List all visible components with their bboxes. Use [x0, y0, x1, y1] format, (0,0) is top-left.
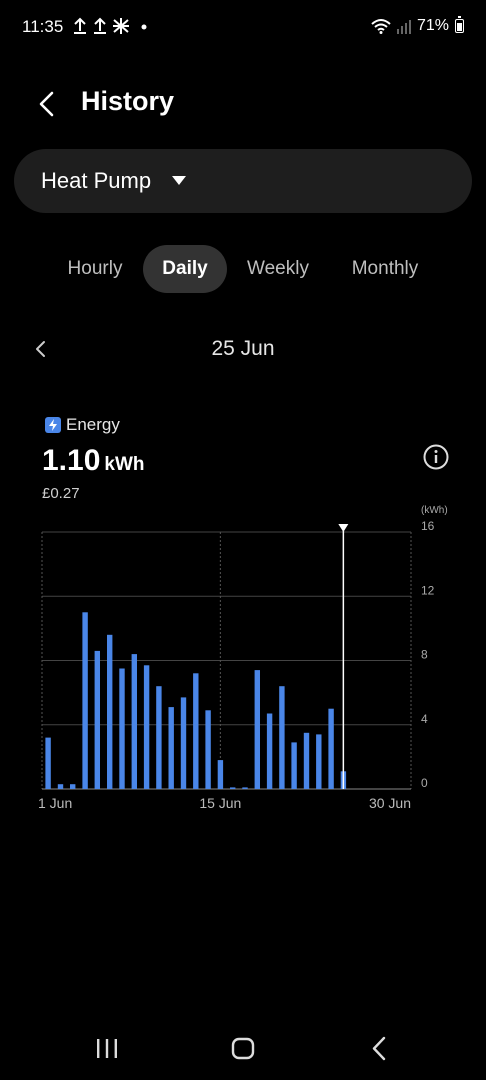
y-tick-label: 16 — [421, 519, 435, 533]
energy-bar-chart: (kWh) 16 12 8 4 0 1 Jun 15 Jun 30 Jun — [38, 505, 448, 811]
chart-bar[interactable] — [57, 784, 64, 789]
back-icon — [372, 1036, 386, 1061]
tab-weekly[interactable]: Weekly — [235, 245, 321, 293]
upload-icon — [74, 17, 147, 34]
chart-bar[interactable] — [242, 787, 248, 789]
battery-percent: 71% — [416, 17, 449, 34]
chart-bar[interactable] — [143, 665, 150, 789]
device-dropdown-value: Heat Pump — [41, 168, 152, 193]
chart-bar[interactable] — [303, 732, 310, 789]
status-right: 71% — [371, 16, 464, 35]
wifi-icon — [371, 19, 391, 34]
chart-bar[interactable] — [131, 654, 137, 789]
tab-monthly[interactable]: Monthly — [335, 245, 435, 293]
page-title: History — [81, 86, 175, 116]
chart-bar[interactable] — [156, 686, 162, 789]
chart-bar[interactable] — [168, 707, 174, 789]
chart-bar[interactable] — [316, 734, 322, 789]
chart-bar[interactable] — [254, 670, 260, 789]
chart-bar[interactable] — [94, 650, 100, 789]
chart-bar[interactable] — [230, 787, 236, 789]
chart-bar[interactable] — [180, 697, 187, 789]
home-icon — [231, 1037, 255, 1060]
energy-value: 1.10 kWh — [42, 444, 145, 478]
device-dropdown[interactable]: Heat Pump — [14, 149, 472, 213]
date-label: 25 Jun — [211, 337, 275, 360]
y-tick-label: 12 — [421, 583, 435, 597]
y-tick-label: 0 — [421, 776, 428, 790]
chart-bar[interactable] — [217, 760, 224, 789]
chart-bar[interactable] — [82, 612, 88, 789]
y-tick-label: 8 — [421, 648, 428, 662]
energy-label: Energy — [66, 415, 120, 434]
battery-icon — [455, 16, 464, 33]
chart-bar[interactable] — [193, 673, 199, 789]
caret-down-icon — [172, 176, 186, 185]
chart-bar[interactable] — [205, 710, 211, 789]
chevron-left-icon — [39, 91, 54, 117]
info-icon[interactable] — [422, 443, 450, 471]
chart-bar[interactable] — [291, 742, 297, 789]
selected-day-marker-icon[interactable] — [338, 524, 349, 532]
tab-hourly[interactable]: Hourly — [55, 245, 135, 293]
recents-icon — [97, 1039, 117, 1058]
y-tick-label: 4 — [421, 712, 428, 726]
status-notification-icons — [73, 16, 153, 41]
chart-bar[interactable] — [328, 708, 334, 789]
back-button[interactable] — [28, 83, 68, 127]
chart-bar[interactable] — [266, 713, 273, 790]
x-tick-label: 15 Jun — [199, 795, 241, 811]
chart-bar[interactable] — [279, 686, 285, 789]
chart-bar[interactable] — [107, 634, 113, 789]
chart-bar[interactable] — [70, 784, 76, 789]
x-tick-label: 1 Jun — [38, 795, 72, 811]
status-time: 11:35 — [22, 17, 64, 36]
chart-bar[interactable] — [45, 737, 51, 789]
energy-unit: kWh — [104, 454, 145, 475]
system-back-button[interactable] — [360, 1030, 400, 1070]
tab-daily[interactable]: Daily — [143, 245, 227, 293]
recents-button[interactable] — [87, 1030, 127, 1070]
home-button[interactable] — [223, 1030, 263, 1070]
chart-bar[interactable] — [119, 668, 125, 790]
signal-icon — [396, 20, 411, 34]
y-axis-unit-label: (kWh) — [421, 505, 448, 516]
energy-bolt-icon — [45, 417, 61, 433]
energy-value-number: 1.10 — [42, 444, 101, 477]
x-tick-label: 30 Jun — [369, 795, 411, 811]
